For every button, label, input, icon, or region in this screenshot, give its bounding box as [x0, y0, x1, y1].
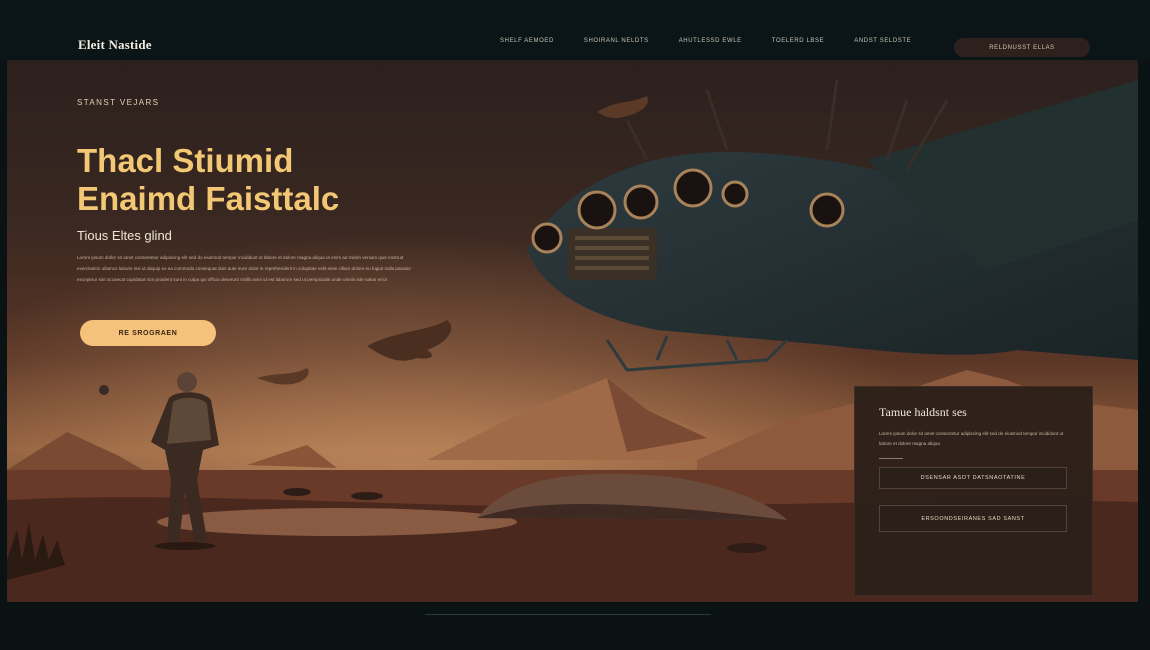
- headline-line-2: Enaimd Faisttalc: [77, 180, 340, 217]
- hero-eyebrow: Stanst Vejars: [77, 98, 160, 107]
- nav-item-1[interactable]: Shelf Aemoed: [500, 38, 554, 44]
- nav-item-5[interactable]: Andst Seldste: [854, 38, 911, 44]
- planet-icon: [99, 385, 109, 395]
- card-text: Lorem ipsum dolor sit amet consectetur a…: [879, 431, 1064, 446]
- rock: [283, 488, 311, 496]
- brand-logo[interactable]: Eleit Nastide: [78, 37, 152, 53]
- hero-paragraph: Lorem ipsum dollor sit amet conseetetur …: [77, 255, 411, 282]
- top-navigation-bar: Eleit Nastide Shelf Aemoed Shoiranl Neld…: [0, 0, 1150, 60]
- card-button-secondary[interactable]: Ersoondseiranes sad sanst: [879, 505, 1067, 532]
- nav-item-3[interactable]: Ahutlessd Ewle: [679, 38, 742, 44]
- hero-section: Stanst Vejars Thacl Stiumid Enaimd Faist…: [7, 60, 1138, 602]
- card-button-primary[interactable]: Dsensar asot Datsnaotatine: [879, 467, 1067, 489]
- main-nav: Shelf Aemoed Shoiranl Neldts Ahutlessd E…: [500, 38, 911, 44]
- nav-item-2[interactable]: Shoiranl Neldts: [584, 38, 649, 44]
- hero-headline: Thacl Stiumid Enaimd Faisttalc: [77, 142, 517, 218]
- footer-divider: [425, 614, 711, 615]
- card-title: Tamue haldsnt ses: [879, 405, 967, 419]
- rock: [351, 492, 383, 500]
- nav-item-4[interactable]: Toelerd Lbse: [772, 38, 824, 44]
- hero-subheading: Tious Eltes glind: [77, 228, 172, 243]
- info-card: Tamue haldsnt ses Lorem ipsum dolor sit …: [854, 386, 1093, 596]
- header-cta-button[interactable]: Reldnusst Ellas: [954, 38, 1090, 57]
- water-reflection: [157, 508, 517, 536]
- rock: [727, 543, 767, 553]
- card-divider: [879, 458, 903, 459]
- hero-cta-button[interactable]: Re Srograen: [80, 320, 216, 346]
- headline-line-1: Thacl Stiumid: [77, 142, 294, 179]
